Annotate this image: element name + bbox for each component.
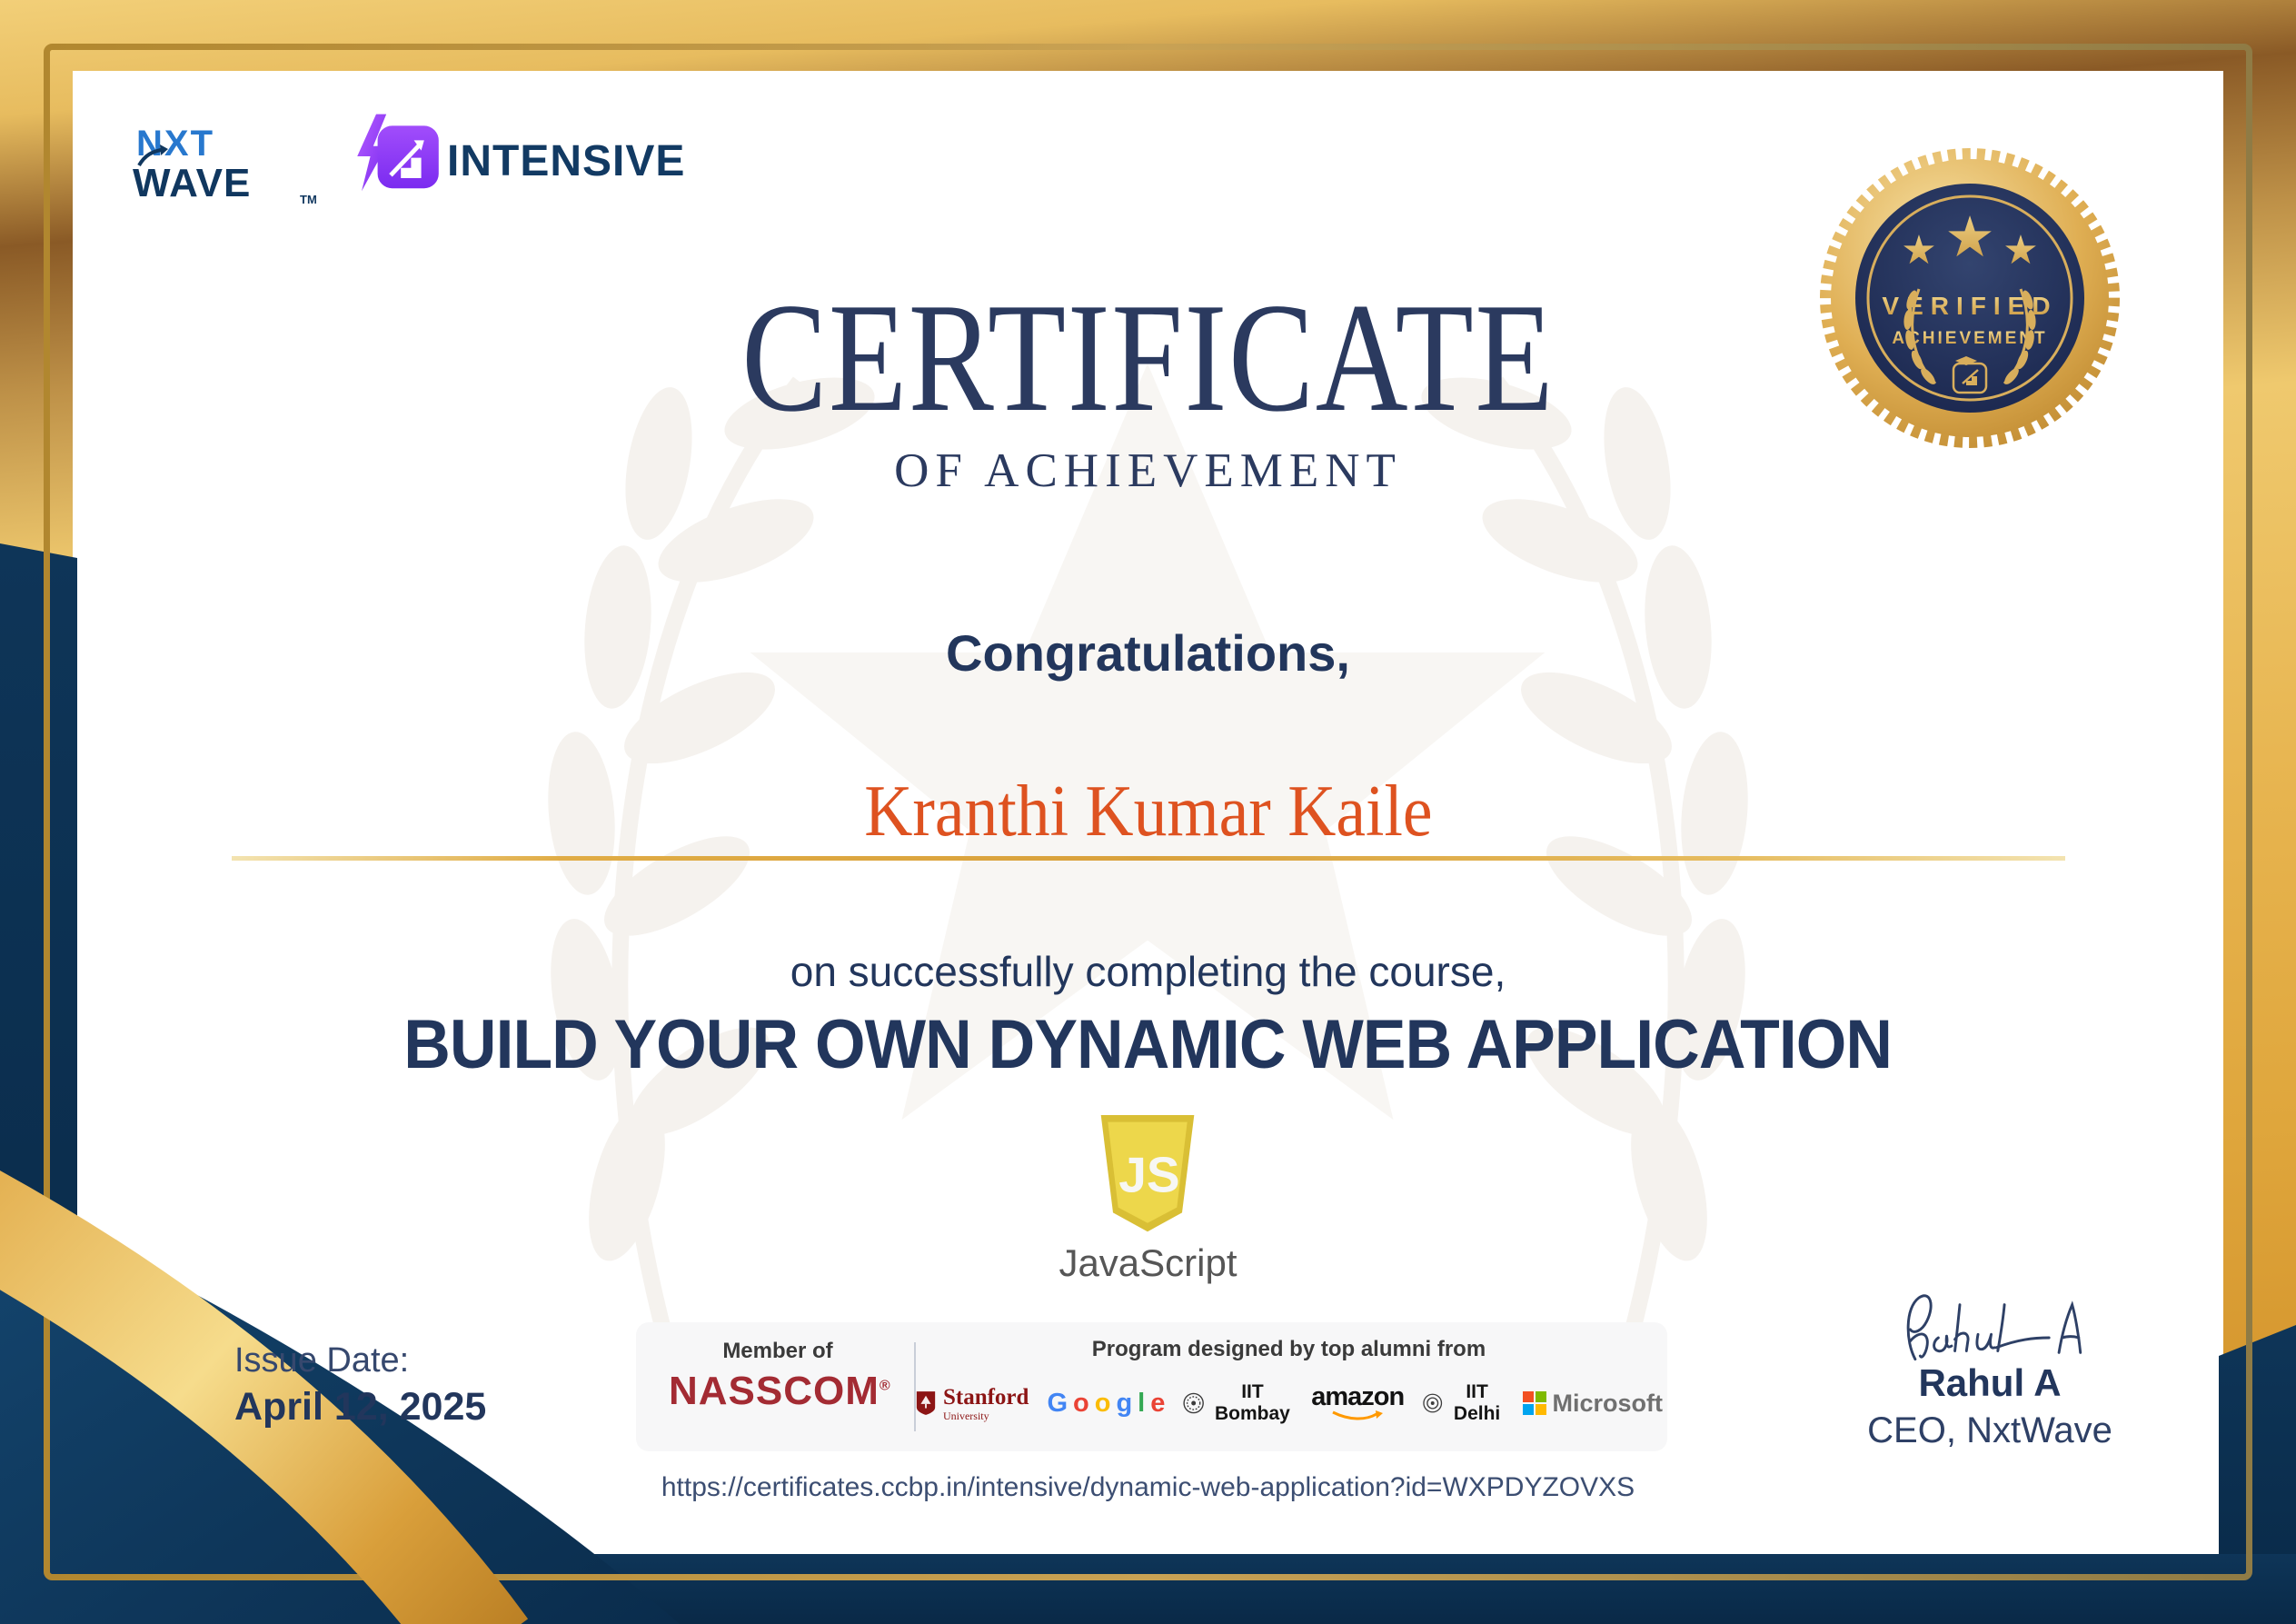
registered-symbol: ®: [879, 1378, 891, 1394]
stanford-logo: Stanford University: [915, 1386, 1029, 1421]
amazon-logo: amazon: [1311, 1382, 1405, 1420]
iit-bombay-emblem-icon: [1183, 1392, 1205, 1414]
membership-strip: Member of NASSCOM® Program designed by t…: [636, 1322, 1667, 1451]
badge-star-icon: ★: [2003, 227, 2038, 274]
course-title: BUILD YOUR OWN DYNAMIC WEB APPLICATION: [0, 1005, 2296, 1084]
microsoft-squares-icon: [1522, 1391, 1546, 1415]
signer-name: Rahul A: [1918, 1361, 2062, 1404]
iit-bombay-text: IIT Bombay: [1215, 1381, 1290, 1424]
verification-url: https://certificates.ccbp.in/intensive/d…: [661, 1472, 1635, 1502]
amazon-text: amazon: [1311, 1382, 1405, 1412]
intensive-bolt-stairs-icon: [357, 114, 439, 192]
amazon-smile-icon: [1332, 1410, 1384, 1420]
course-title-text: BUILD YOUR OWN DYNAMIC WEB APPLICATION: [403, 1006, 1893, 1083]
iit-bombay-logo: IIT Bombay: [1182, 1381, 1293, 1425]
nxtwave-logo-wave: WAVE: [133, 161, 252, 205]
google-letter: g: [1116, 1388, 1132, 1418]
javascript-logo: JS: [1100, 1114, 1195, 1232]
microsoft-logo: Microsoft: [1522, 1389, 1664, 1418]
iit-delhi-text: IIT Delhi: [1453, 1381, 1501, 1424]
certificate-subtitle: OF ACHIEVEMENT: [894, 444, 1402, 497]
member-of-label: Member of: [722, 1339, 833, 1363]
js-logo-text: JS: [1118, 1147, 1179, 1203]
issue-date-label: Issue Date:: [234, 1341, 410, 1380]
stanford-name: Stanford: [942, 1384, 1029, 1410]
google-letter: G: [1047, 1388, 1068, 1418]
google-letter: e: [1150, 1388, 1165, 1418]
intensive-wordmark: INTENSIVE: [447, 137, 686, 185]
nasscom-text: NASSCOM: [669, 1369, 880, 1413]
program-label: Program designed by top alumni from: [1091, 1337, 1486, 1361]
google-letter: l: [1138, 1388, 1145, 1418]
trademark-symbol: TM: [300, 193, 317, 206]
iit-delhi-logo: IIT Delhi: [1422, 1381, 1504, 1425]
iit-delhi-emblem-icon: [1423, 1393, 1443, 1413]
stanford-text: Stanford University: [943, 1386, 1029, 1421]
greeting-text: Congratulations,: [946, 624, 1350, 682]
signature-handwriting: [1906, 1294, 2082, 1361]
stanford-university: University: [942, 1409, 989, 1422]
certificate-title: CERTIFICATE: [0, 280, 2296, 436]
google-letter: o: [1094, 1388, 1111, 1418]
partner-logos-row: Stanford University Google IIT Bombay am…: [916, 1375, 1663, 1431]
completion-text: on successfully completing the course,: [790, 948, 1506, 995]
microsoft-text: Microsoft: [1552, 1389, 1664, 1417]
certificate-title-text: CERTIFICATE: [740, 272, 1556, 444]
recipient-name-text: Kranthi Kumar Kaile: [863, 772, 1433, 852]
google-letter: o: [1073, 1388, 1089, 1418]
issue-date-value: April 12, 2025: [234, 1385, 487, 1429]
certificate-page: NXT WAVE TM INTENSIVE ★ ★ ★ VERIFIED ACH…: [0, 0, 2296, 1624]
signer-role: CEO, NxtWave: [1867, 1410, 2112, 1450]
badge-star-icon: ★: [1901, 227, 1936, 274]
nasscom-logo: NASSCOM®: [669, 1369, 890, 1413]
recipient-name: Kranthi Kumar Kaile: [0, 771, 2296, 853]
google-logo: Google: [1047, 1388, 1165, 1419]
badge-star-icon: ★: [1944, 204, 1995, 270]
member-of-block: Member of NASSCOM®: [669, 1339, 890, 1413]
technology-label: JavaScript: [1059, 1241, 1237, 1284]
stanford-shield-icon: [916, 1391, 936, 1415]
program-block: Program designed by top alumni from Stan…: [916, 1337, 1663, 1431]
gold-divider-line: [232, 856, 2065, 861]
